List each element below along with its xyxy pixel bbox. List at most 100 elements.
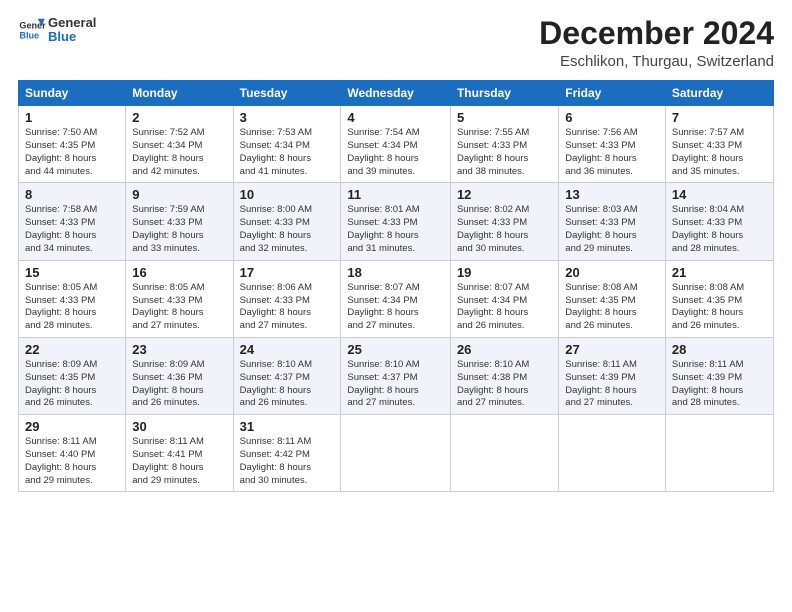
daylight-label: Daylight: 8 hoursand 42 minutes. xyxy=(132,153,203,177)
sunrise-label: Sunrise: 7:59 AM xyxy=(132,204,204,215)
daylight-label: Daylight: 8 hoursand 29 minutes. xyxy=(25,462,96,486)
daylight-label: Daylight: 8 hoursand 36 minutes. xyxy=(565,153,636,177)
day-info: Sunrise: 8:11 AM Sunset: 4:40 PM Dayligh… xyxy=(25,436,119,487)
sunset-label: Sunset: 4:33 PM xyxy=(25,295,95,306)
daylight-label: Daylight: 8 hoursand 28 minutes. xyxy=(672,385,743,409)
day-info: Sunrise: 8:04 AM Sunset: 4:33 PM Dayligh… xyxy=(672,204,767,255)
calendar-cell: 29 Sunrise: 8:11 AM Sunset: 4:40 PM Dayl… xyxy=(19,415,126,492)
day-info: Sunrise: 8:08 AM Sunset: 4:35 PM Dayligh… xyxy=(565,282,659,333)
day-number: 13 xyxy=(565,187,659,202)
sunset-label: Sunset: 4:34 PM xyxy=(240,140,310,151)
day-info: Sunrise: 8:11 AM Sunset: 4:41 PM Dayligh… xyxy=(132,436,226,487)
day-number: 17 xyxy=(240,265,335,280)
daylight-label: Daylight: 8 hoursand 29 minutes. xyxy=(565,230,636,254)
week-row-5: 29 Sunrise: 8:11 AM Sunset: 4:40 PM Dayl… xyxy=(19,415,774,492)
sunrise-label: Sunrise: 8:10 AM xyxy=(240,359,312,370)
calendar-header-row: Sunday Monday Tuesday Wednesday Thursday… xyxy=(19,81,774,106)
logo-general: General xyxy=(48,16,96,30)
day-number: 14 xyxy=(672,187,767,202)
day-info: Sunrise: 8:11 AM Sunset: 4:39 PM Dayligh… xyxy=(672,359,767,410)
sunset-label: Sunset: 4:34 PM xyxy=(457,295,527,306)
sunset-label: Sunset: 4:33 PM xyxy=(672,140,742,151)
daylight-label: Daylight: 8 hoursand 26 minutes. xyxy=(132,385,203,409)
day-number: 23 xyxy=(132,342,226,357)
month-title: December 2024 xyxy=(539,16,774,51)
calendar-cell: 22 Sunrise: 8:09 AM Sunset: 4:35 PM Dayl… xyxy=(19,337,126,414)
calendar-cell: 8 Sunrise: 7:58 AM Sunset: 4:33 PM Dayli… xyxy=(19,183,126,260)
calendar-cell: 4 Sunrise: 7:54 AM Sunset: 4:34 PM Dayli… xyxy=(341,106,451,183)
day-number: 22 xyxy=(25,342,119,357)
day-number: 30 xyxy=(132,419,226,434)
location: Eschlikon, Thurgau, Switzerland xyxy=(539,53,774,70)
sunset-label: Sunset: 4:39 PM xyxy=(565,372,635,383)
calendar-cell: 30 Sunrise: 8:11 AM Sunset: 4:41 PM Dayl… xyxy=(126,415,233,492)
sunrise-label: Sunrise: 8:04 AM xyxy=(672,204,744,215)
calendar-cell: 19 Sunrise: 8:07 AM Sunset: 4:34 PM Dayl… xyxy=(450,260,558,337)
calendar-cell: 1 Sunrise: 7:50 AM Sunset: 4:35 PM Dayli… xyxy=(19,106,126,183)
sunrise-label: Sunrise: 8:11 AM xyxy=(25,436,97,447)
sunrise-label: Sunrise: 7:56 AM xyxy=(565,127,637,138)
day-info: Sunrise: 7:50 AM Sunset: 4:35 PM Dayligh… xyxy=(25,127,119,178)
calendar-cell: 21 Sunrise: 8:08 AM Sunset: 4:35 PM Dayl… xyxy=(665,260,773,337)
calendar-cell: 14 Sunrise: 8:04 AM Sunset: 4:33 PM Dayl… xyxy=(665,183,773,260)
sunset-label: Sunset: 4:33 PM xyxy=(565,217,635,228)
calendar-cell: 18 Sunrise: 8:07 AM Sunset: 4:34 PM Dayl… xyxy=(341,260,451,337)
sunrise-label: Sunrise: 8:11 AM xyxy=(240,436,312,447)
day-info: Sunrise: 8:02 AM Sunset: 4:33 PM Dayligh… xyxy=(457,204,552,255)
day-info: Sunrise: 8:05 AM Sunset: 4:33 PM Dayligh… xyxy=(25,282,119,333)
col-sunday: Sunday xyxy=(19,81,126,106)
svg-text:Blue: Blue xyxy=(19,31,39,41)
day-number: 18 xyxy=(347,265,444,280)
sunset-label: Sunset: 4:33 PM xyxy=(25,217,95,228)
sunrise-label: Sunrise: 8:07 AM xyxy=(457,282,529,293)
calendar-cell: 13 Sunrise: 8:03 AM Sunset: 4:33 PM Dayl… xyxy=(559,183,666,260)
daylight-label: Daylight: 8 hoursand 32 minutes. xyxy=(240,230,311,254)
sunset-label: Sunset: 4:42 PM xyxy=(240,449,310,460)
day-info: Sunrise: 8:08 AM Sunset: 4:35 PM Dayligh… xyxy=(672,282,767,333)
day-number: 26 xyxy=(457,342,552,357)
day-number: 15 xyxy=(25,265,119,280)
sunset-label: Sunset: 4:35 PM xyxy=(25,372,95,383)
sunrise-label: Sunrise: 8:05 AM xyxy=(25,282,97,293)
sunset-label: Sunset: 4:33 PM xyxy=(457,217,527,228)
day-number: 16 xyxy=(132,265,226,280)
day-number: 19 xyxy=(457,265,552,280)
sunrise-label: Sunrise: 8:10 AM xyxy=(457,359,529,370)
header: General Blue General Blue December 2024 … xyxy=(18,16,774,70)
day-number: 12 xyxy=(457,187,552,202)
calendar-cell xyxy=(559,415,666,492)
sunrise-label: Sunrise: 8:05 AM xyxy=(132,282,204,293)
sunrise-label: Sunrise: 8:10 AM xyxy=(347,359,419,370)
sunset-label: Sunset: 4:39 PM xyxy=(672,372,742,383)
day-info: Sunrise: 8:09 AM Sunset: 4:36 PM Dayligh… xyxy=(132,359,226,410)
day-info: Sunrise: 8:10 AM Sunset: 4:37 PM Dayligh… xyxy=(240,359,335,410)
sunrise-label: Sunrise: 8:00 AM xyxy=(240,204,312,215)
calendar-cell: 3 Sunrise: 7:53 AM Sunset: 4:34 PM Dayli… xyxy=(233,106,341,183)
day-number: 21 xyxy=(672,265,767,280)
day-number: 24 xyxy=(240,342,335,357)
day-number: 2 xyxy=(132,110,226,125)
daylight-label: Daylight: 8 hoursand 26 minutes. xyxy=(565,307,636,331)
calendar-cell xyxy=(341,415,451,492)
day-info: Sunrise: 8:09 AM Sunset: 4:35 PM Dayligh… xyxy=(25,359,119,410)
sunrise-label: Sunrise: 8:08 AM xyxy=(672,282,744,293)
day-info: Sunrise: 7:52 AM Sunset: 4:34 PM Dayligh… xyxy=(132,127,226,178)
daylight-label: Daylight: 8 hoursand 27 minutes. xyxy=(347,385,418,409)
day-number: 25 xyxy=(347,342,444,357)
day-info: Sunrise: 7:53 AM Sunset: 4:34 PM Dayligh… xyxy=(240,127,335,178)
sunset-label: Sunset: 4:33 PM xyxy=(565,140,635,151)
daylight-label: Daylight: 8 hoursand 35 minutes. xyxy=(672,153,743,177)
sunset-label: Sunset: 4:41 PM xyxy=(132,449,202,460)
sunrise-label: Sunrise: 8:07 AM xyxy=(347,282,419,293)
sunset-label: Sunset: 4:36 PM xyxy=(132,372,202,383)
daylight-label: Daylight: 8 hoursand 33 minutes. xyxy=(132,230,203,254)
day-number: 4 xyxy=(347,110,444,125)
sunset-label: Sunset: 4:34 PM xyxy=(347,140,417,151)
sunset-label: Sunset: 4:33 PM xyxy=(240,295,310,306)
daylight-label: Daylight: 8 hoursand 26 minutes. xyxy=(25,385,96,409)
sunrise-label: Sunrise: 7:53 AM xyxy=(240,127,312,138)
sunrise-label: Sunrise: 8:11 AM xyxy=(132,436,204,447)
sunset-label: Sunset: 4:37 PM xyxy=(240,372,310,383)
title-area: December 2024 Eschlikon, Thurgau, Switze… xyxy=(539,16,774,70)
calendar-cell: 25 Sunrise: 8:10 AM Sunset: 4:37 PM Dayl… xyxy=(341,337,451,414)
